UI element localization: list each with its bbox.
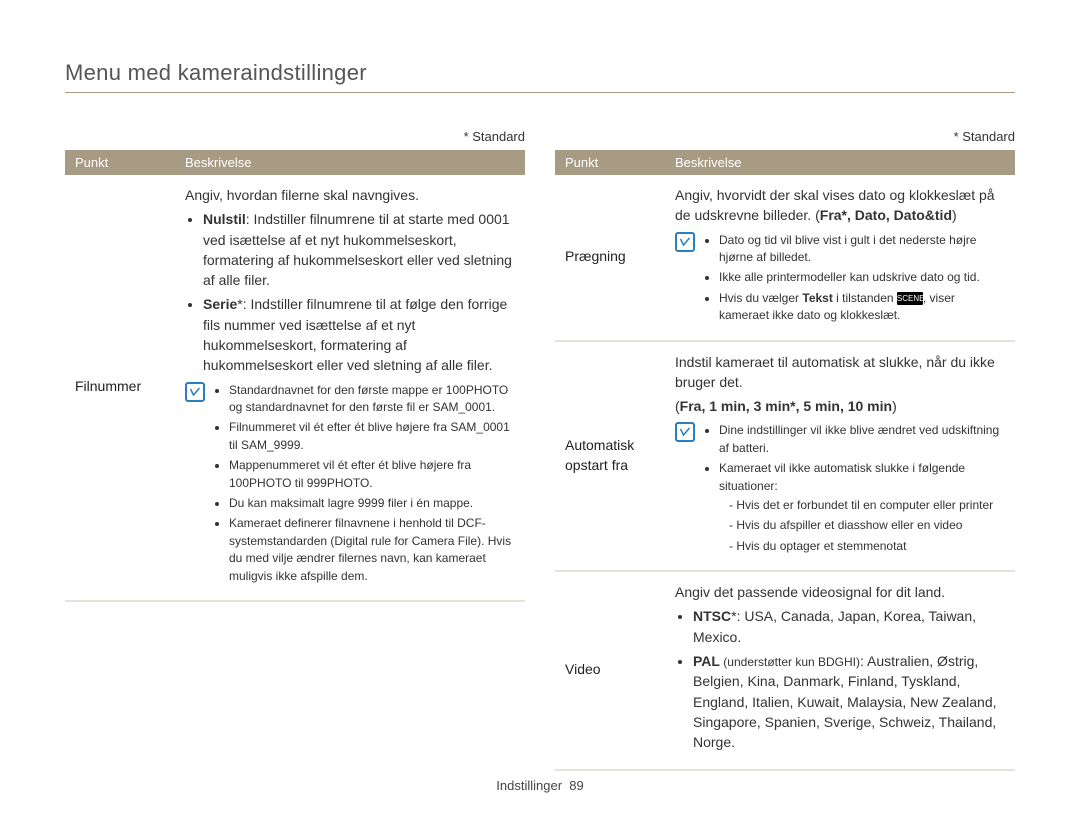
options-bold: Fra*, Dato, Dato&tid <box>820 207 952 223</box>
note-list: Standardnavnet for den første mappe er 1… <box>213 382 517 588</box>
note-icon <box>675 232 695 252</box>
footer-label: Indstillinger <box>496 778 562 793</box>
text-span: Hvis du vælger <box>719 291 802 305</box>
page-footer: Indstillinger 89 <box>0 778 1080 793</box>
row-desc-autooff: Indstil kameraet til automatisk at slukk… <box>665 341 1015 572</box>
note-box: Dato og tid vil blive vist i gult i det … <box>675 232 1007 328</box>
note-item: Ikke alle printermodeller kan udskrive d… <box>719 269 1007 286</box>
page: Menu med kameraindstillinger * Standard … <box>0 0 1080 815</box>
note-box: Standardnavnet for den første mappe er 1… <box>185 382 517 588</box>
note-item: Kameraet vil ikke automatisk slukke i fø… <box>719 460 1007 555</box>
row-label-praegning: Prægning <box>555 175 665 341</box>
list-item: Serie*: Indstiller filnumrene til at føl… <box>203 294 517 375</box>
row-desc-filnummer: Angiv, hvordan filerne skal navngives. N… <box>175 175 525 601</box>
option-list: Nulstil: Indstiller filnumrene til at st… <box>185 209 517 375</box>
intro-text: Angiv det passende videosignal for dit l… <box>675 582 1007 602</box>
note-item: Mappenummeret vil ét efter ét blive høje… <box>229 457 517 492</box>
rest-text: : Indstiller filnumrene til at starte me… <box>203 211 512 288</box>
bold-text: Tekst <box>802 291 832 305</box>
th-punkt: Punkt <box>555 150 665 175</box>
note-icon <box>675 422 695 442</box>
page-title: Menu med kameraindstillinger <box>65 60 1015 86</box>
list-item: PAL (understøtter kun BDGHI): Australien… <box>693 651 1007 753</box>
label-line: Automatisk <box>565 437 634 453</box>
text-span: i tilstanden <box>833 291 897 305</box>
note-item: Dine indstillinger vil ikke blive ændret… <box>719 422 1007 457</box>
bold-lead: PAL <box>693 653 720 669</box>
intro-text: Angiv, hvordan filerne skal navngives. <box>185 185 517 205</box>
right-table: Punkt Beskrivelse Prægning Angiv, hvorvi… <box>555 150 1015 771</box>
note-item: Filnummeret vil ét efter ét blive højere… <box>229 419 517 454</box>
text-span: ) <box>952 207 957 223</box>
rest-text: *: Indstiller filnumrene til at følge de… <box>203 296 507 373</box>
title-rule <box>65 92 1015 93</box>
note-list: Dine indstillinger vil ikke blive ændret… <box>703 422 1007 558</box>
list-item: Nulstil: Indstiller filnumrene til at st… <box>203 209 517 290</box>
left-column: * Standard Punkt Beskrivelse Filnummer A… <box>65 129 525 771</box>
options-line: (Fra, 1 min, 3 min*, 5 min, 10 min) <box>675 396 1007 416</box>
th-punkt: Punkt <box>65 150 175 175</box>
note-item: Dato og tid vil blive vist i gult i det … <box>719 232 1007 267</box>
text-span: Kameraet vil ikke automatisk slukke i fø… <box>719 461 965 492</box>
th-beskrivelse: Beskrivelse <box>175 150 525 175</box>
bold-lead: Serie <box>203 296 237 312</box>
row-desc-praegning: Angiv, hvorvidt der skal vises dato og k… <box>665 175 1015 341</box>
bold-lead: NTSC <box>693 608 731 624</box>
row-desc-video: Angiv det passende videosignal for dit l… <box>665 571 1015 769</box>
sub-item: Hvis du optager et stemmenotat <box>729 538 1007 555</box>
left-table: Punkt Beskrivelse Filnummer Angiv, hvord… <box>65 150 525 602</box>
bold-lead: Nulstil <box>203 211 246 227</box>
note-item: Du kan maksimalt lagre 9999 filer i én m… <box>229 495 517 512</box>
note-item: Hvis du vælger Tekst i tilstanden SCENE,… <box>719 290 1007 325</box>
note-item: Standardnavnet for den første mappe er 1… <box>229 382 517 417</box>
paren-text: (understøtter kun BDGHI) <box>720 655 860 669</box>
intro-text: Angiv, hvorvidt der skal vises dato og k… <box>675 185 1007 226</box>
option-list: NTSC*: USA, Canada, Japan, Korea, Taiwan… <box>675 606 1007 752</box>
standard-note-right: * Standard <box>555 129 1015 144</box>
standard-note-left: * Standard <box>65 129 525 144</box>
table-row: Video Angiv det passende videosignal for… <box>555 571 1015 769</box>
note-icon <box>185 382 205 402</box>
list-item: NTSC*: USA, Canada, Japan, Korea, Taiwan… <box>693 606 1007 647</box>
right-column: * Standard Punkt Beskrivelse Prægning An… <box>555 129 1015 771</box>
columns: * Standard Punkt Beskrivelse Filnummer A… <box>65 129 1015 771</box>
table-row: Filnummer Angiv, hvordan filerne skal na… <box>65 175 525 601</box>
scene-icon: SCENE <box>897 292 923 305</box>
table-row: Prægning Angiv, hvorvidt der skal vises … <box>555 175 1015 341</box>
options-bold: Fra, 1 min, 3 min*, 5 min, 10 min <box>680 398 892 414</box>
row-label-autooff: Automatisk opstart fra <box>555 341 665 572</box>
note-box: Dine indstillinger vil ikke blive ændret… <box>675 422 1007 558</box>
rest-text: *: USA, Canada, Japan, Korea, Taiwan, Me… <box>693 608 976 644</box>
table-row: Automatisk opstart fra Indstil kameraet … <box>555 341 1015 572</box>
note-list: Dato og tid vil blive vist i gult i det … <box>703 232 1007 328</box>
intro-text: Indstil kameraet til automatisk at slukk… <box>675 352 1007 393</box>
row-label-video: Video <box>555 571 665 769</box>
row-label-filnummer: Filnummer <box>65 175 175 601</box>
sub-item: Hvis det er forbundet til en computer el… <box>729 497 1007 514</box>
sub-item: Hvis du afspiller et diasshow eller en v… <box>729 517 1007 534</box>
th-beskrivelse: Beskrivelse <box>665 150 1015 175</box>
note-item: Kameraet definerer filnavnene i henhold … <box>229 515 517 585</box>
footer-page: 89 <box>569 778 583 793</box>
label-line: opstart fra <box>565 457 628 473</box>
